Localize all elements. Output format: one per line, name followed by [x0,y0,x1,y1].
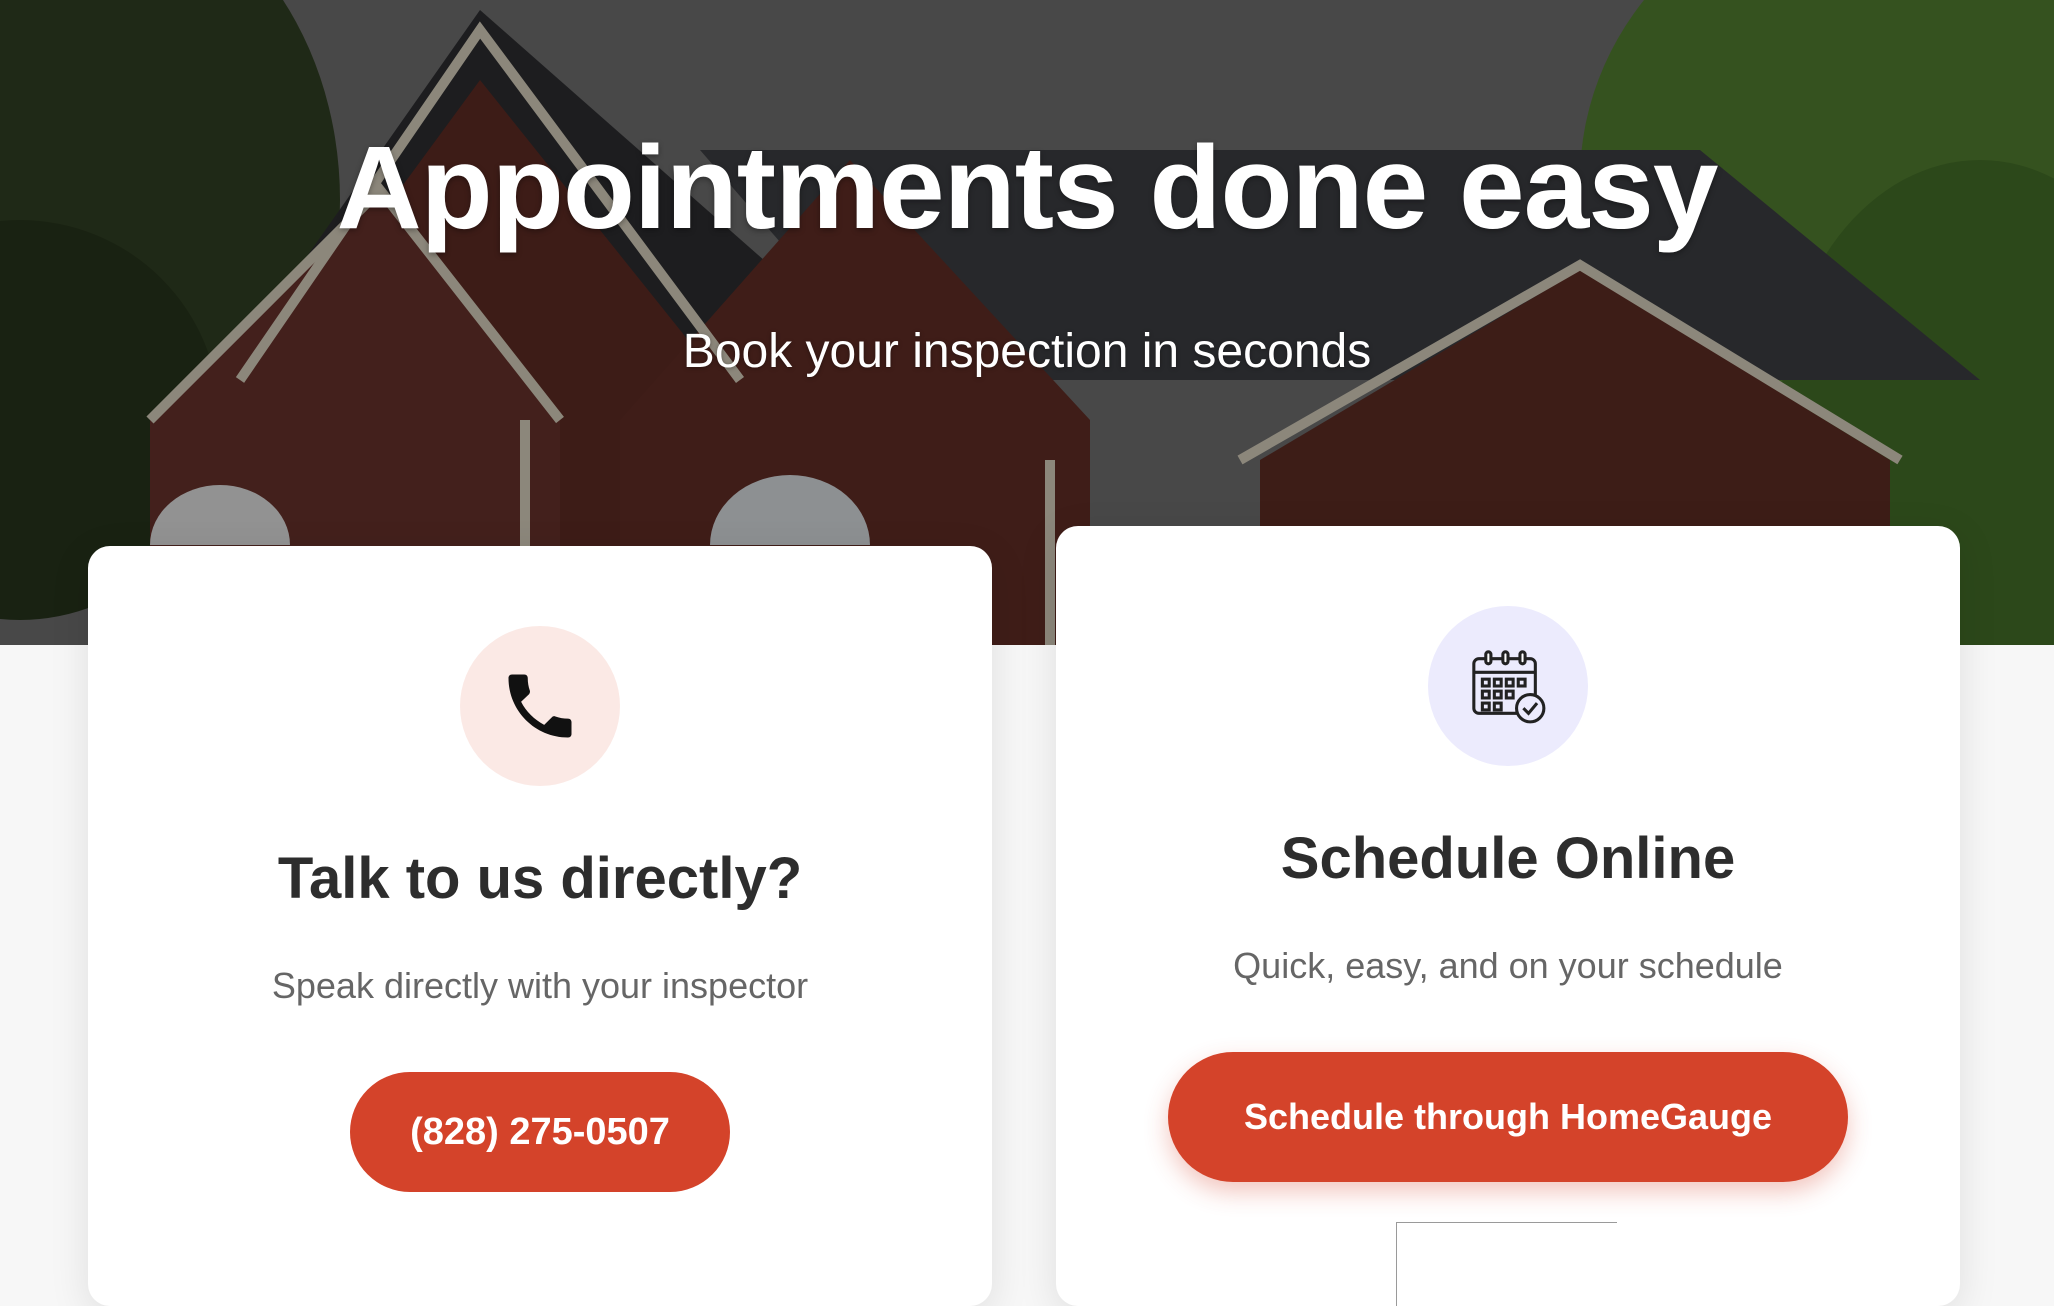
schedule-online-card-title: Schedule Online [1280,826,1736,891]
hero-subtitle: Book your inspection in seconds [682,325,1372,378]
homegauge-badge[interactable] [1396,1222,1617,1306]
call-phone-button[interactable]: (828) 275-0507 [350,1072,730,1192]
phone-icon-badge [460,626,620,786]
phone-card: Talk to us directly? Speak directly with… [88,546,992,1306]
calendar-check-icon [1472,650,1546,724]
schedule-homegauge-button[interactable]: Schedule through HomeGauge [1168,1052,1848,1182]
phone-card-title: Talk to us directly? [277,846,803,911]
phone-icon [508,674,572,738]
schedule-online-card-description: Quick, easy, and on your schedule [1233,945,1783,986]
hero-title: Appointments done easy [336,122,1718,254]
schedule-online-card: Schedule Online Quick, easy, and on your… [1056,526,1960,1306]
phone-card-description: Speak directly with your inspector [271,965,809,1006]
calendar-icon-badge [1428,606,1588,766]
